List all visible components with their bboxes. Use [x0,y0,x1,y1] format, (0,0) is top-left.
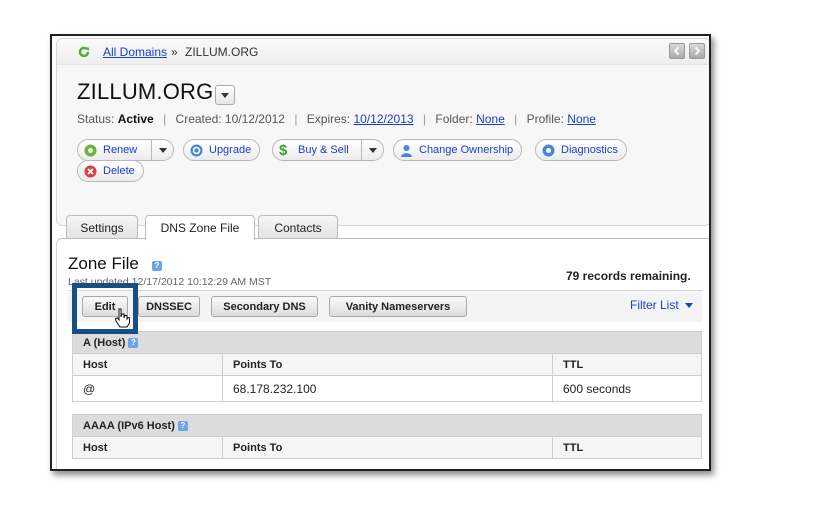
secondary-dns-button[interactable]: Secondary DNS [211,296,318,317]
status-value: Active [117,112,154,126]
previous-button[interactable] [669,43,685,59]
column-header-host: Host [72,353,223,376]
zone-file-title: Zone File [68,254,139,273]
section-title: A (Host) ? [72,331,702,354]
created-value: 10/12/2012 [224,112,285,126]
upgrade-icon [190,144,203,156]
created-label: Created: [175,112,222,126]
change-ownership-button[interactable]: Change Ownership [393,139,523,161]
user-icon [401,144,412,157]
chevron-left-icon [673,46,680,56]
breadcrumb-separator: » [171,45,178,59]
section-title: AAAA (IPv6 Host) ? [72,414,702,437]
profile-label: Profile: [526,112,564,126]
next-button[interactable] [689,43,705,59]
breadcrumb-all-domains-link[interactable]: All Domains [103,45,167,59]
chevron-right-icon [694,46,701,56]
domain-title: ZILLUM.ORG [77,79,214,104]
filter-list-label: Filter List [630,298,679,312]
tab-contacts[interactable]: Contacts [258,215,338,239]
table-header-row: Host Points To TTL [72,436,702,459]
upgrade-label: Upgrade [209,144,252,156]
tab-settings[interactable]: Settings [66,215,138,239]
renew-label: Renew [103,144,138,156]
delete-label: Delete [103,165,135,177]
renew-button[interactable]: Renew [77,139,174,161]
diagnostics-button[interactable]: Diagnostics [535,139,627,161]
column-header-ttl: TTL [552,353,702,376]
section-title-text: AAAA (IPv6 Host) [83,419,175,432]
section-title-text: A (Host) [83,336,126,349]
dollar-icon: $ [279,141,288,159]
browser-frame: All Domains » ZILLUM.ORG ZILLUM.ORG Stat… [50,34,711,471]
domain-meta-row: Status: Active | Created: 10/12/2012 | E… [77,112,596,126]
expires-link[interactable]: 10/12/2013 [354,112,414,126]
caret-down-icon [368,147,377,153]
a-host-table: A (Host) ? Host Points To TTL @ 68.178.2… [72,331,702,402]
tab-dns-zone-file[interactable]: DNS Zone File [145,215,255,240]
host-cell: @ [72,375,223,402]
renew-icon [84,144,97,156]
diagnostics-icon [542,144,555,156]
divider: | [422,112,427,126]
change-ownership-label: Change Ownership [419,144,514,156]
help-icon[interactable]: ? [152,261,162,271]
help-icon[interactable]: ? [128,337,139,348]
vanity-nameservers-button[interactable]: Vanity Nameservers [329,296,467,317]
profile-link[interactable]: None [567,112,596,126]
delete-button[interactable]: Delete [77,160,144,182]
divider: | [294,112,298,126]
column-header-points-to: Points To [222,436,553,459]
domain-dropdown-button[interactable] [215,85,235,105]
hand-cursor-icon [114,308,130,328]
ttl-cell: 600 seconds [552,375,702,402]
delete-icon [84,165,97,177]
folder-link[interactable]: None [476,112,505,126]
refresh-icon[interactable] [77,45,91,59]
divider: | [163,112,167,126]
aaaa-host-table: AAAA (IPv6 Host) ? Host Points To TTL [72,414,702,459]
buy-sell-dropdown-toggle[interactable] [361,140,383,160]
caret-down-icon [221,93,229,98]
dnssec-button[interactable]: DNSSEC [138,296,200,317]
section-header: AAAA (IPv6 Host) ? [72,414,702,437]
breadcrumb: All Domains » ZILLUM.ORG [57,39,709,65]
caret-down-icon [685,303,694,309]
table-header-row: Host Points To TTL [72,353,702,376]
diagnostics-label: Diagnostics [561,144,618,156]
expires-label: Expires: [306,112,351,126]
renew-dropdown-toggle[interactable] [151,140,173,160]
breadcrumb-current: ZILLUM.ORG [185,45,259,59]
buy-sell-button[interactable]: $ Buy & Sell [272,139,384,161]
divider: | [514,112,518,126]
table-row[interactable]: @ 68.178.232.100 600 seconds [72,375,702,402]
records-remaining: 79 records remaining. [566,269,691,283]
status-label: Status: [77,112,115,126]
domain-header-panel: All Domains » ZILLUM.ORG ZILLUM.ORG Stat… [56,38,709,226]
folder-label: Folder: [435,112,473,126]
caret-down-icon [158,147,167,153]
points-to-cell: 68.178.232.100 [222,375,553,402]
upgrade-button[interactable]: Upgrade [183,139,261,161]
column-header-ttl: TTL [552,436,702,459]
filter-list-dropdown[interactable]: Filter List [630,298,694,312]
column-header-points-to: Points To [222,353,553,376]
buy-sell-label: Buy & Sell [298,144,349,156]
column-header-host: Host [72,436,223,459]
help-icon[interactable]: ? [177,420,188,431]
section-header: A (Host) ? [72,331,702,354]
